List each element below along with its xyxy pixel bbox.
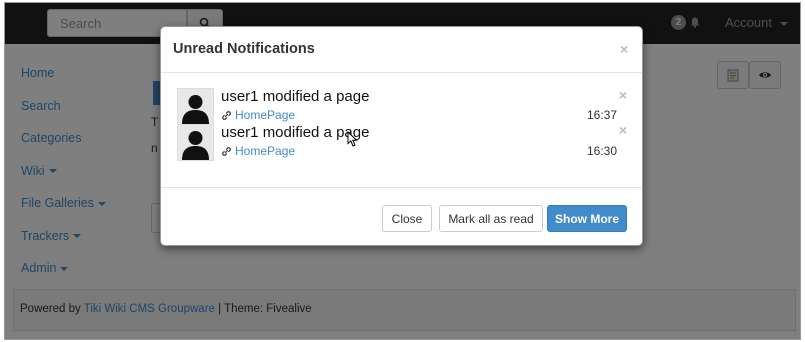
notifications-modal: Unread Notifications × user1 modified a … <box>160 26 643 246</box>
notification-item[interactable]: user1 modified a page HomePage 16:37 × <box>177 88 627 126</box>
mark-all-read-button[interactable]: Mark all as read <box>439 205 543 232</box>
close-button[interactable]: Close <box>382 205 432 232</box>
notification-title: user1 modified a page <box>221 88 370 105</box>
notification-link[interactable]: HomePage <box>221 144 295 158</box>
notification-link-label: HomePage <box>235 144 296 158</box>
mouse-pointer-icon <box>347 131 358 147</box>
modal-body: user1 modified a page HomePage 16:37 × u… <box>161 74 642 187</box>
link-icon <box>222 110 231 120</box>
modal-footer: Close Mark all as read Show More <box>161 187 642 247</box>
user-avatar-icon <box>177 88 214 125</box>
notification-time: 16:30 <box>586 144 617 158</box>
notification-item[interactable]: user1 modified a page HomePage 16:30 × <box>177 123 627 162</box>
show-more-button[interactable]: Show More <box>547 205 627 232</box>
modal-header: Unread Notifications <box>161 27 642 73</box>
notification-link[interactable]: HomePage <box>221 108 295 122</box>
dismiss-notification-icon[interactable]: × <box>619 123 627 137</box>
modal-title: Unread Notifications <box>173 41 315 57</box>
notification-link-label: HomePage <box>235 108 296 122</box>
modal-close-icon[interactable]: × <box>620 42 628 56</box>
link-icon <box>222 146 231 156</box>
notification-time: 16:37 <box>586 108 617 122</box>
user-avatar-icon <box>177 124 214 161</box>
dismiss-notification-icon[interactable]: × <box>619 88 627 102</box>
